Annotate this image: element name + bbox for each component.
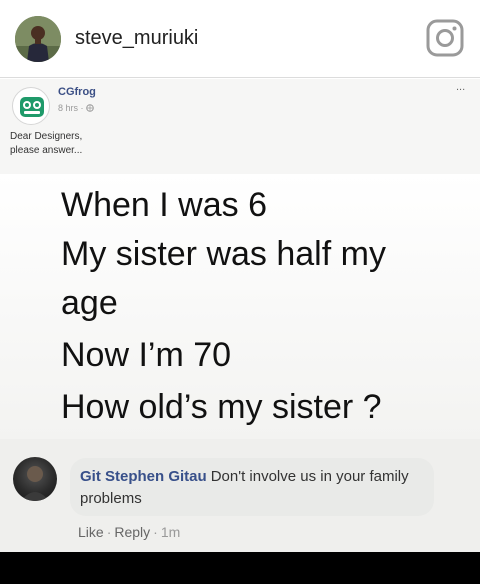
post-text: Dear Designers, please answer... bbox=[10, 130, 210, 158]
riddle-line: When I was 6 bbox=[61, 186, 267, 224]
action-separator: · bbox=[106, 524, 112, 540]
like-link[interactable]: Like bbox=[78, 524, 104, 540]
comment-author[interactable]: Git Stephen Gitau bbox=[80, 468, 207, 485]
commenter-photo-icon bbox=[21, 466, 49, 501]
profile-avatar[interactable] bbox=[15, 16, 61, 62]
riddle-line: How old’s my sister ? bbox=[61, 388, 382, 426]
comment-time: 1m bbox=[160, 524, 181, 540]
riddle-line: age bbox=[61, 284, 118, 322]
page-avatar[interactable] bbox=[12, 87, 50, 125]
riddle-line: My sister was half my bbox=[61, 235, 386, 273]
post-header: CGfrog 8 hrs · ... Dear Designers, pleas… bbox=[0, 79, 480, 174]
more-options-icon[interactable]: ... bbox=[456, 81, 465, 93]
action-separator: · bbox=[153, 524, 158, 540]
commenter-avatar[interactable] bbox=[13, 457, 57, 501]
post-timestamp: 8 hrs bbox=[58, 103, 79, 113]
comment-section: Git Stephen Gitau Don't involve us in you… bbox=[0, 439, 480, 552]
profile-photo-icon bbox=[15, 16, 61, 62]
reply-link[interactable]: Reply bbox=[114, 524, 150, 540]
instagram-header: steve_muriuki bbox=[0, 0, 480, 78]
riddle-line: Now I’m 70 bbox=[61, 336, 232, 374]
bottom-black-bar bbox=[0, 552, 480, 584]
cgfrog-logo-icon bbox=[20, 97, 44, 117]
comment-bubble: Git Stephen Gitau Don't involve us in you… bbox=[70, 458, 434, 516]
riddle-image: When I was 6 My sister was half my age N… bbox=[0, 174, 480, 439]
instagram-camera-icon[interactable] bbox=[426, 19, 464, 57]
post-text-line: Dear Designers, bbox=[10, 131, 83, 142]
post-meta: 8 hrs · bbox=[58, 103, 94, 113]
embedded-post-screenshot: CGfrog 8 hrs · ... Dear Designers, pleas… bbox=[0, 79, 480, 552]
post-text-line: please answer... bbox=[10, 145, 83, 156]
page-name[interactable]: CGfrog bbox=[58, 86, 96, 98]
profile-username[interactable]: steve_muriuki bbox=[75, 27, 198, 50]
comment-actions: Like · Reply · 1m bbox=[78, 524, 180, 540]
globe-icon bbox=[86, 104, 94, 112]
